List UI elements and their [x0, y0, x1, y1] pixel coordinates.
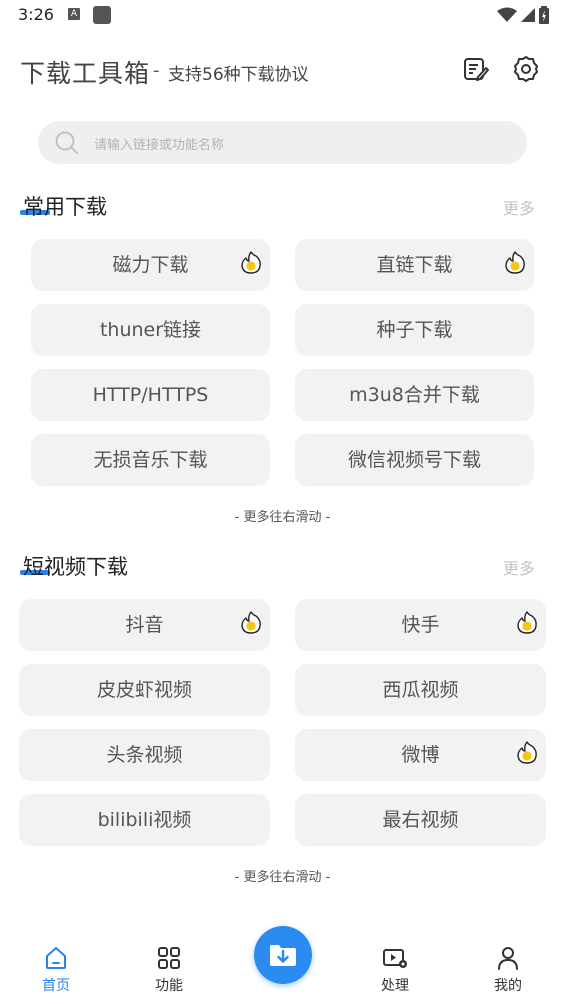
more-link[interactable]: 更多	[503, 195, 535, 219]
option-label: 无损音乐下载	[93, 449, 208, 471]
option-label: m3u8合并下载	[349, 384, 480, 406]
option-label: HTTP/HTTPS	[92, 384, 209, 406]
option-label: 西瓜视频	[382, 679, 459, 701]
signal-icon	[521, 8, 535, 22]
hot-badge-icon	[516, 733, 538, 764]
download-option-button[interactable]: 快手	[295, 599, 546, 651]
option-label: 皮皮虾视频	[96, 679, 192, 701]
status-bar: 3:26 A	[0, 0, 565, 32]
option-label: 微博	[401, 744, 440, 766]
video-settings-icon	[383, 949, 407, 968]
search-input-placeholder[interactable]: 请输入链接或功能名称	[94, 134, 224, 153]
tab-home[interactable]: 首页	[26, 944, 86, 1000]
hot-badge-icon	[240, 243, 262, 274]
short-video-header: 短视频下载 更多	[20, 551, 545, 583]
hot-badge-icon	[516, 603, 538, 634]
more-link[interactable]: 更多	[503, 555, 535, 579]
wifi-icon	[497, 7, 517, 22]
option-label: 抖音	[125, 614, 164, 636]
download-option-button[interactable]: m3u8合并下载	[295, 369, 534, 421]
bottom-tab-bar: 首页 功能 处理 我的	[0, 926, 565, 1004]
hot-badge-icon	[504, 243, 526, 274]
notes-edit-icon[interactable]	[461, 54, 491, 84]
grid-icon	[158, 947, 180, 969]
section-title: 短视频下载	[23, 555, 128, 579]
download-option-button[interactable]: bilibili视频	[19, 794, 270, 846]
tab-label: 处理	[381, 978, 409, 994]
download-fab-button[interactable]	[254, 926, 312, 984]
search-bar[interactable]: 请输入链接或功能名称	[38, 121, 527, 164]
option-label: 快手	[401, 614, 440, 636]
settings-gear-icon[interactable]	[511, 54, 541, 84]
common-downloads-header: 常用下载 更多	[20, 191, 545, 223]
tab-mine[interactable]: 我的	[478, 944, 538, 1000]
option-label: thuner链接	[99, 319, 202, 341]
tab-label: 功能	[155, 978, 183, 994]
option-label: 直链下载	[376, 254, 453, 276]
download-option-button[interactable]: 直链下载	[295, 239, 534, 291]
tab-features[interactable]: 功能	[139, 944, 199, 1000]
tab-label: 首页	[42, 978, 70, 994]
tab-process[interactable]: 处理	[365, 944, 425, 1000]
hot-badge-icon	[240, 603, 262, 634]
tab-label: 我的	[494, 978, 522, 994]
download-option-button[interactable]: 磁力下载	[31, 239, 270, 291]
download-option-button[interactable]: 抖音	[19, 599, 270, 651]
option-label: 磁力下载	[112, 254, 189, 276]
download-option-button[interactable]: 西瓜视频	[295, 664, 546, 716]
status-time: 3:26	[18, 5, 54, 24]
option-label: bilibili视频	[97, 809, 192, 831]
notification-a-icon: A	[68, 8, 80, 20]
status-indicators	[497, 6, 549, 24]
download-option-button[interactable]: 最右视频	[295, 794, 546, 846]
download-option-button[interactable]: 无损音乐下载	[31, 434, 270, 486]
search-icon	[55, 131, 78, 154]
option-label: 微信视频号下载	[347, 449, 481, 471]
battery-icon	[539, 6, 549, 24]
download-option-button[interactable]: thuner链接	[31, 304, 270, 356]
notification-square-icon	[93, 6, 111, 24]
title-separator: -	[153, 60, 160, 81]
download-option-button[interactable]: 头条视频	[19, 729, 270, 781]
section-title: 常用下载	[23, 195, 107, 219]
download-option-button[interactable]: HTTP/HTTPS	[31, 369, 270, 421]
user-icon	[498, 947, 518, 970]
download-folder-icon	[270, 945, 296, 966]
download-option-button[interactable]: 种子下载	[295, 304, 534, 356]
option-label: 种子下载	[376, 319, 453, 341]
home-icon	[46, 947, 66, 969]
page-title: 下载工具箱	[20, 59, 151, 88]
download-option-button[interactable]: 皮皮虾视频	[19, 664, 270, 716]
option-label: 头条视频	[106, 744, 183, 766]
option-label: 最右视频	[382, 809, 459, 831]
download-option-button[interactable]: 微信视频号下载	[295, 434, 534, 486]
scroll-hint: - 更多往右滑动 -	[234, 510, 331, 525]
page-subtitle: 支持56种下载协议	[168, 65, 309, 85]
scroll-hint: - 更多往右滑动 -	[234, 870, 331, 885]
app-header: 下载工具箱 - 支持56种下载协议	[20, 52, 545, 92]
download-option-button[interactable]: 微博	[295, 729, 546, 781]
